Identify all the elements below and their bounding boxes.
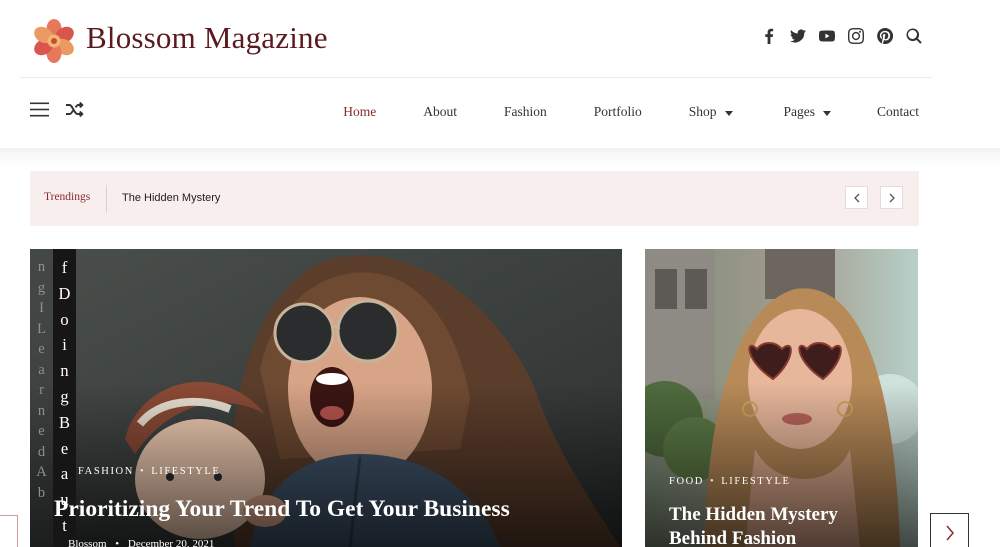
- vertical-ticker-left: ngILearnedAb: [30, 249, 53, 547]
- ticker-letter: e: [38, 423, 45, 439]
- post-title-line: The Hidden Mystery: [669, 504, 838, 525]
- trending-item-link[interactable]: The Hidden Mystery: [122, 192, 220, 204]
- shuffle-icon[interactable]: [65, 102, 84, 117]
- post-title[interactable]: The Hidden Mystery Behind Fashion: [669, 503, 838, 547]
- ticker-letter: A: [36, 464, 47, 480]
- chevron-left-icon: [853, 193, 859, 202]
- chevron-down-icon: [724, 110, 733, 116]
- ticker-letter: o: [60, 309, 69, 329]
- post-title-line: Behind Fashion: [669, 528, 797, 547]
- category-link[interactable]: LIFESTYLE: [721, 476, 790, 487]
- post-author[interactable]: Blossom: [68, 538, 107, 547]
- slider-prev-button[interactable]: [0, 515, 18, 547]
- nav-item-about[interactable]: About: [423, 104, 457, 120]
- post-date: December 20, 2021: [127, 538, 215, 547]
- facebook-icon[interactable]: [760, 26, 777, 46]
- featured-post-side[interactable]: FOOD • LIFESTYLE The Hidden Mystery Behind…: [645, 249, 918, 547]
- ticker-letter: b: [37, 484, 46, 501]
- post-categories: FOOD • LIFESTYLE: [669, 476, 791, 487]
- twitter-icon[interactable]: [789, 26, 806, 46]
- site-header: Blossom Magazine: [0, 0, 1000, 78]
- chevron-right-icon: [945, 525, 954, 540]
- nav-item-label: Pages: [783, 104, 816, 119]
- category-link[interactable]: LIFESTYLE: [151, 466, 220, 477]
- post-title[interactable]: Prioritizing Your Trend To Get Your Busi…: [54, 496, 510, 523]
- slider-next-button[interactable]: [930, 513, 969, 547]
- chevron-down-icon: [823, 110, 831, 116]
- nav-item-label: Fashion: [503, 104, 547, 119]
- ticker-letter: a: [38, 361, 45, 378]
- trending-next-button[interactable]: [880, 186, 903, 209]
- ticker-letter: a: [60, 464, 69, 484]
- chevron-right-icon: [889, 193, 895, 202]
- social-links: [760, 26, 922, 46]
- flower-logo-icon[interactable]: [30, 17, 78, 65]
- nav-item-fashion[interactable]: Fashion: [504, 104, 547, 120]
- instagram-icon[interactable]: [847, 26, 864, 46]
- ticker-letter: i: [62, 335, 67, 355]
- nav-item-home[interactable]: Home: [343, 104, 376, 120]
- ticker-letter: g: [60, 386, 69, 406]
- ticker-letter: L: [37, 320, 46, 337]
- ticker-letter: f: [61, 258, 68, 277]
- trending-bar: Trendings The Hidden Mystery: [30, 171, 919, 226]
- nav-item-label: Home: [343, 104, 377, 119]
- nav-item-contact[interactable]: Contact: [877, 104, 919, 120]
- main-navigation: Home About Fashion Portfolio Shop Pages …: [0, 78, 1000, 148]
- nav-item-pages[interactable]: Pages: [783, 104, 831, 120]
- ticker-letter: B: [58, 412, 70, 432]
- nav-item-shop[interactable]: Shop: [689, 104, 733, 120]
- post-categories: FASHION • LIFESTYLE: [78, 466, 221, 477]
- pinterest-icon[interactable]: [876, 26, 893, 46]
- primary-menu: Home About Fashion Portfolio Shop Pages …: [343, 104, 919, 120]
- header-shadow: [0, 148, 1000, 166]
- nav-item-label: Portfolio: [593, 104, 642, 119]
- ticker-letter: d: [37, 443, 46, 460]
- search-icon[interactable]: [905, 26, 922, 46]
- site-title[interactable]: Blossom Magazine: [86, 20, 328, 56]
- ticker-letter: I: [39, 300, 44, 316]
- trending-divider: [106, 185, 107, 213]
- ticker-letter: D: [58, 283, 71, 303]
- ticker-letter: r: [39, 382, 44, 398]
- nav-item-label: About: [423, 104, 457, 119]
- ticker-letter: n: [60, 361, 69, 381]
- featured-post-main[interactable]: ngILearnedAb fDoingBeauty FASHION•LIFEST…: [30, 249, 622, 547]
- nav-item-label: Contact: [877, 104, 919, 119]
- ticker-letter: n: [37, 402, 46, 419]
- post-meta: Blossom • December 20, 2021: [68, 538, 214, 547]
- ticker-letter: e: [38, 341, 45, 357]
- ticker-letter: n: [37, 259, 46, 275]
- ticker-letter: g: [37, 279, 46, 296]
- nav-item-portfolio[interactable]: Portfolio: [594, 104, 642, 120]
- category-link[interactable]: FOOD: [669, 476, 704, 487]
- ticker-letter: e: [60, 438, 69, 458]
- youtube-icon[interactable]: [818, 26, 835, 46]
- nav-left-tools: [30, 102, 84, 117]
- hamburger-menu-icon[interactable]: [30, 102, 49, 117]
- category-link[interactable]: FASHION: [78, 466, 134, 477]
- trending-prev-button[interactable]: [845, 186, 868, 209]
- nav-item-label: Shop: [688, 104, 717, 119]
- trending-label: Trendings: [44, 191, 91, 203]
